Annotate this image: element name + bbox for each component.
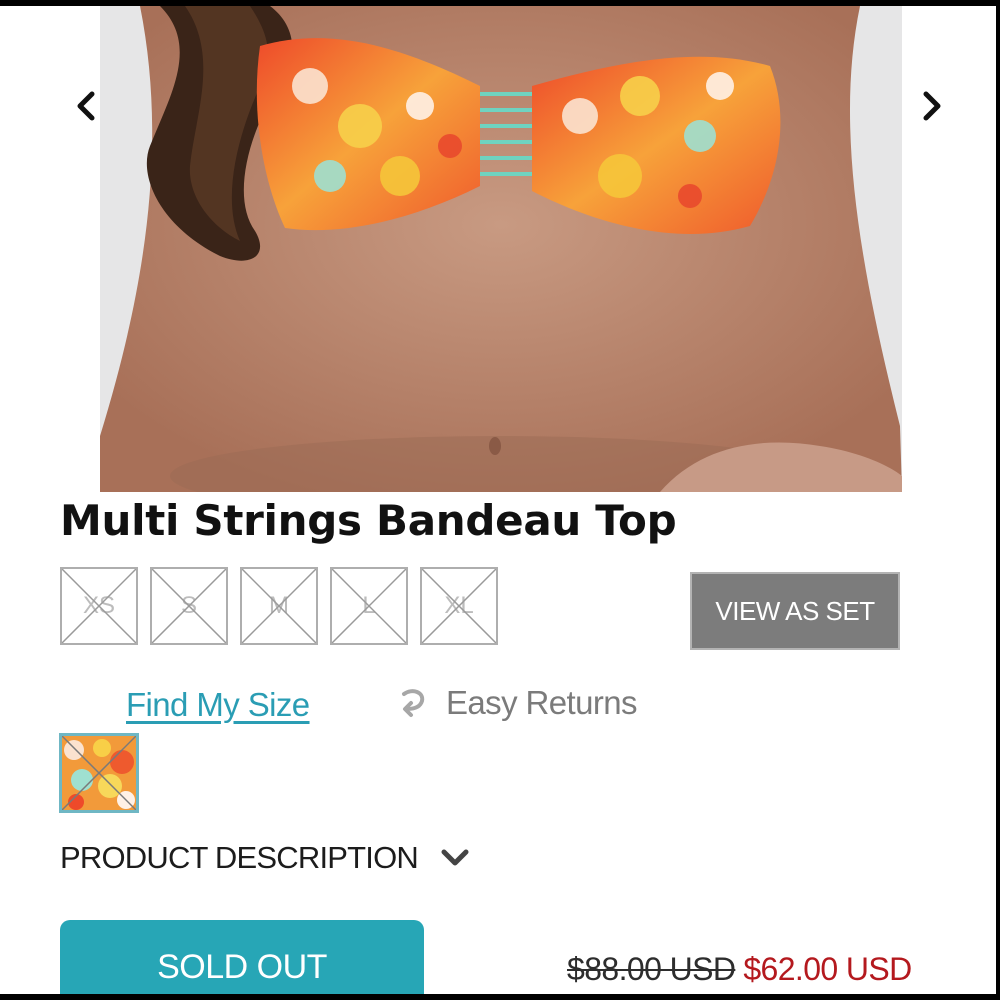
product-page: Multi Strings Bandeau Top XS S M L bbox=[0, 6, 996, 994]
unavailable-cross-icon bbox=[332, 569, 406, 643]
easy-returns-link[interactable]: Easy Returns bbox=[398, 684, 637, 722]
original-price: $88.00 USD bbox=[567, 951, 736, 987]
product-gallery bbox=[0, 6, 996, 492]
size-option-xs[interactable]: XS bbox=[60, 567, 138, 645]
product-title: Multi Strings Bandeau Top bbox=[60, 496, 677, 545]
product-photo bbox=[100, 6, 902, 492]
return-arrow-icon bbox=[402, 689, 425, 717]
find-my-size-link[interactable]: Find My Size bbox=[126, 686, 310, 724]
size-option-l[interactable]: L bbox=[330, 567, 408, 645]
unavailable-cross-icon bbox=[152, 569, 226, 643]
product-image[interactable] bbox=[100, 6, 902, 492]
easy-returns-label: Easy Returns bbox=[446, 684, 637, 721]
chevron-left-icon bbox=[77, 91, 95, 121]
size-option-s[interactable]: S bbox=[150, 567, 228, 645]
view-as-set-button[interactable]: VIEW AS SET bbox=[690, 572, 900, 650]
color-swatch[interactable] bbox=[59, 733, 139, 813]
size-option-m[interactable]: M bbox=[240, 567, 318, 645]
sold-out-button[interactable]: SOLD OUT bbox=[60, 920, 424, 994]
chevron-right-icon bbox=[923, 91, 941, 121]
chevron-down-icon bbox=[441, 849, 469, 866]
size-selector: XS S M L bbox=[60, 567, 498, 645]
swatch-pattern bbox=[62, 736, 136, 810]
sale-price: $62.00 USD bbox=[743, 951, 912, 987]
gallery-next-button[interactable] bbox=[912, 82, 952, 130]
product-description-toggle[interactable]: PRODUCT DESCRIPTION bbox=[60, 840, 470, 876]
product-description-label: PRODUCT DESCRIPTION bbox=[60, 840, 419, 875]
price-block: $88.00 USD $62.00 USD bbox=[567, 951, 912, 988]
unavailable-cross-icon bbox=[422, 569, 496, 643]
unavailable-cross-icon bbox=[242, 569, 316, 643]
unavailable-cross-icon bbox=[62, 569, 136, 643]
size-option-xl[interactable]: XL bbox=[420, 567, 498, 645]
